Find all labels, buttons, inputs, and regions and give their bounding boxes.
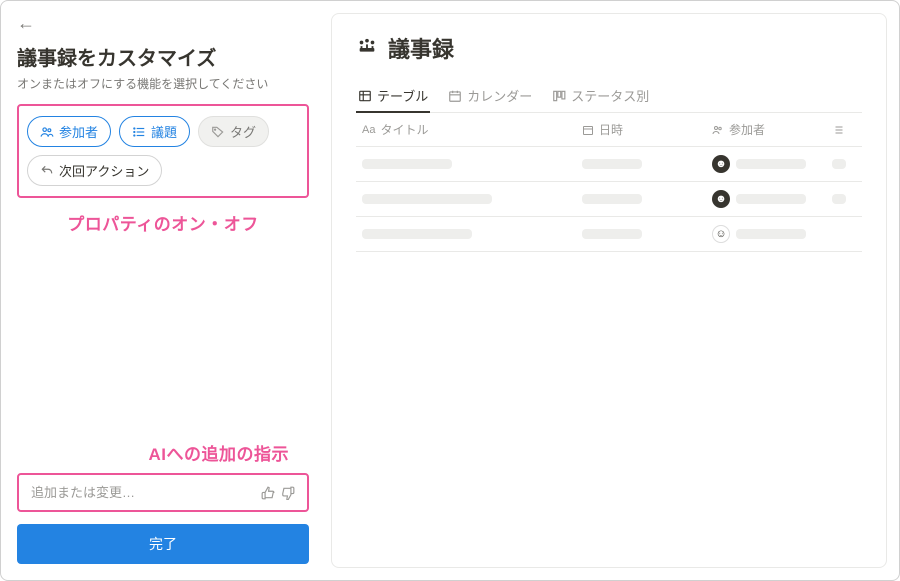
calendar-icon bbox=[582, 124, 594, 136]
meeting-icon bbox=[356, 37, 378, 59]
list-icon bbox=[132, 125, 146, 139]
chip-participants[interactable]: 参加者 bbox=[27, 116, 111, 147]
table-row[interactable]: ☺ bbox=[356, 217, 862, 252]
column-title[interactable]: Aa タイトル bbox=[356, 113, 576, 146]
list-icon bbox=[832, 124, 844, 136]
board-icon bbox=[552, 89, 566, 103]
column-more[interactable] bbox=[826, 113, 850, 146]
column-participants[interactable]: 参加者 bbox=[706, 113, 826, 146]
tag-icon bbox=[211, 125, 225, 139]
chip-next-action[interactable]: 次回アクション bbox=[27, 155, 162, 186]
column-label: 参加者 bbox=[729, 121, 765, 138]
thumbs-down-icon[interactable] bbox=[281, 486, 295, 500]
ai-input[interactable] bbox=[31, 485, 255, 500]
tab-table[interactable]: テーブル bbox=[356, 80, 430, 113]
tab-label: テーブル bbox=[377, 86, 428, 105]
table-row[interactable]: ☻ bbox=[356, 182, 862, 217]
column-date[interactable]: 日時 bbox=[576, 113, 706, 146]
chip-label: タグ bbox=[230, 122, 256, 141]
tab-calendar[interactable]: カレンダー bbox=[446, 80, 534, 113]
people-icon bbox=[712, 124, 724, 136]
tab-label: カレンダー bbox=[467, 86, 532, 105]
table-icon bbox=[358, 89, 372, 103]
avatar: ☺ bbox=[712, 225, 730, 243]
table-row[interactable]: ☻ bbox=[356, 147, 862, 182]
people-icon bbox=[40, 125, 54, 139]
thumbs-up-icon[interactable] bbox=[261, 486, 275, 500]
sidebar-subtitle: オンまたはオフにする機能を選択してください bbox=[17, 75, 309, 92]
column-label: 日時 bbox=[599, 121, 623, 138]
avatar: ☻ bbox=[712, 190, 730, 208]
column-label: タイトル bbox=[380, 121, 428, 138]
chip-label: 参加者 bbox=[59, 122, 98, 141]
tab-label: ステータス別 bbox=[571, 86, 649, 105]
avatar: ☻ bbox=[712, 155, 730, 173]
table-header: Aa タイトル 日時 参加者 bbox=[356, 113, 862, 147]
undo-icon bbox=[40, 164, 54, 178]
text-icon: Aa bbox=[362, 124, 375, 136]
preview-panel: 議事録 テーブル カレンダー ステータス別 Aa タイトル 日 bbox=[331, 13, 887, 568]
tab-status[interactable]: ステータス別 bbox=[550, 80, 651, 113]
chip-agenda[interactable]: 議題 bbox=[119, 116, 190, 147]
view-tabs: テーブル カレンダー ステータス別 bbox=[356, 80, 862, 113]
property-chips-box: 参加者 議題 タグ 次回アクション bbox=[17, 104, 309, 198]
page-title: 議事録 bbox=[388, 32, 454, 64]
done-button[interactable]: 完了 bbox=[17, 524, 309, 564]
chip-label: 議題 bbox=[151, 122, 177, 141]
chip-label: 次回アクション bbox=[59, 161, 149, 180]
annotation-bottom: AIへの追加の指示 bbox=[17, 440, 309, 465]
sidebar-title: 議事録をカスタマイズ bbox=[17, 42, 309, 71]
back-button[interactable]: ← bbox=[17, 13, 37, 34]
chip-tag[interactable]: タグ bbox=[198, 116, 269, 147]
calendar-icon bbox=[448, 89, 462, 103]
annotation-top: プロパティのオン・オフ bbox=[17, 210, 309, 235]
ai-input-box bbox=[17, 473, 309, 512]
